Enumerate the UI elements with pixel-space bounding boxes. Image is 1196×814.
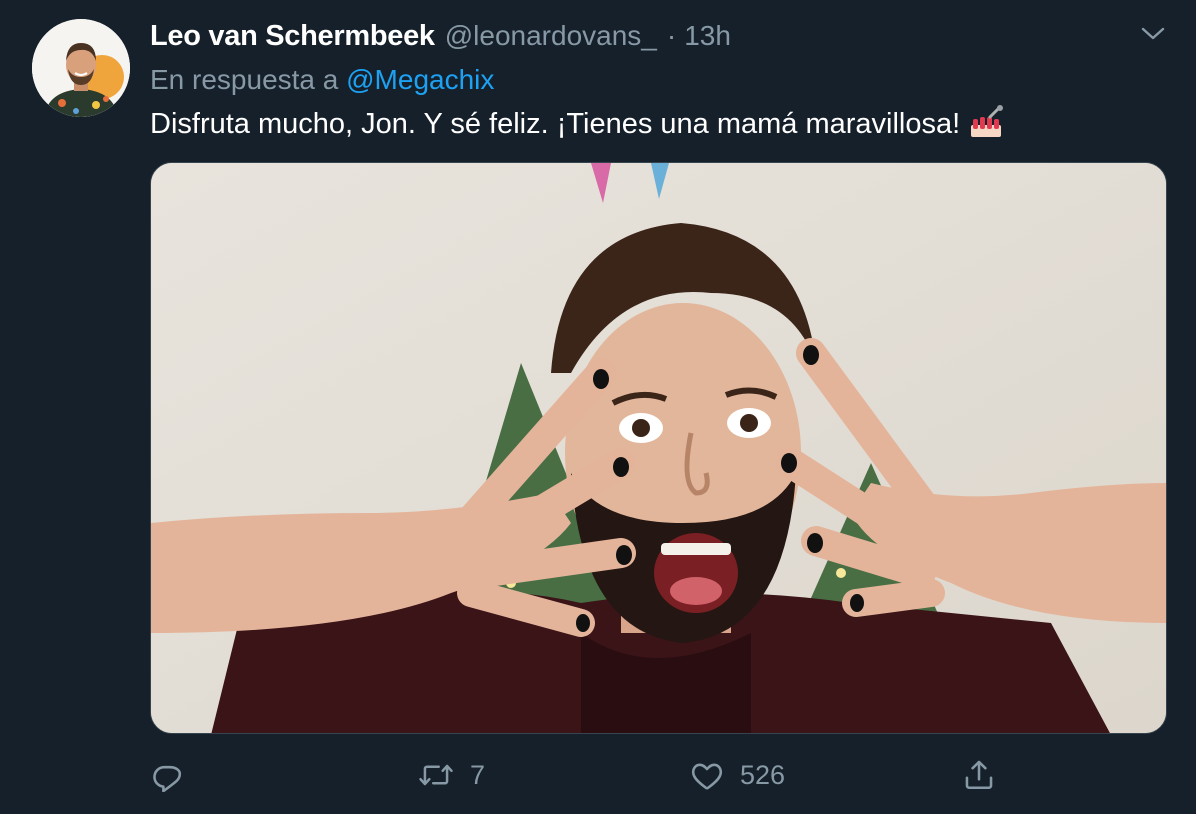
tweet-actions: 7 526: [150, 752, 1167, 798]
tweet[interactable]: Leo van Schermbeek @leonardovans_ · 13h …: [0, 0, 1196, 814]
reply-prefix: En respuesta a: [150, 64, 339, 95]
author-display-name[interactable]: Leo van Schermbeek: [150, 20, 435, 53]
like-count: 526: [740, 759, 786, 790]
tweet-body: Disfruta mucho, Jon. Y sé feliz. ¡Tienes…: [150, 108, 961, 140]
like-button[interactable]: 526: [690, 752, 785, 798]
tweet-header: Leo van Schermbeek @leonardovans_ · 13h: [150, 20, 731, 60]
reply-mention-link[interactable]: @Megachix: [346, 64, 494, 95]
reply-button[interactable]: [150, 752, 200, 798]
tweet-timestamp[interactable]: 13h: [684, 20, 731, 52]
tweet-photo[interactable]: [150, 162, 1167, 734]
tweet-text: Disfruta mucho, Jon. Y sé feliz. ¡Tienes…: [150, 105, 1004, 141]
author-handle[interactable]: @leonardovans_: [445, 20, 657, 52]
nail-polish-emoji-icon: [968, 105, 1004, 139]
retweet-button[interactable]: 7: [418, 752, 485, 798]
share-button[interactable]: [962, 752, 1012, 798]
reply-context: En respuesta a @Megachix: [150, 64, 494, 96]
retweet-icon: [418, 758, 454, 792]
reply-icon: [150, 758, 184, 792]
avatar[interactable]: [32, 19, 130, 117]
heart-icon: [690, 758, 724, 792]
retweet-count: 7: [470, 759, 486, 790]
separator-dot: ·: [666, 20, 677, 51]
chevron-down-icon[interactable]: [1140, 24, 1166, 44]
share-icon: [962, 758, 996, 792]
